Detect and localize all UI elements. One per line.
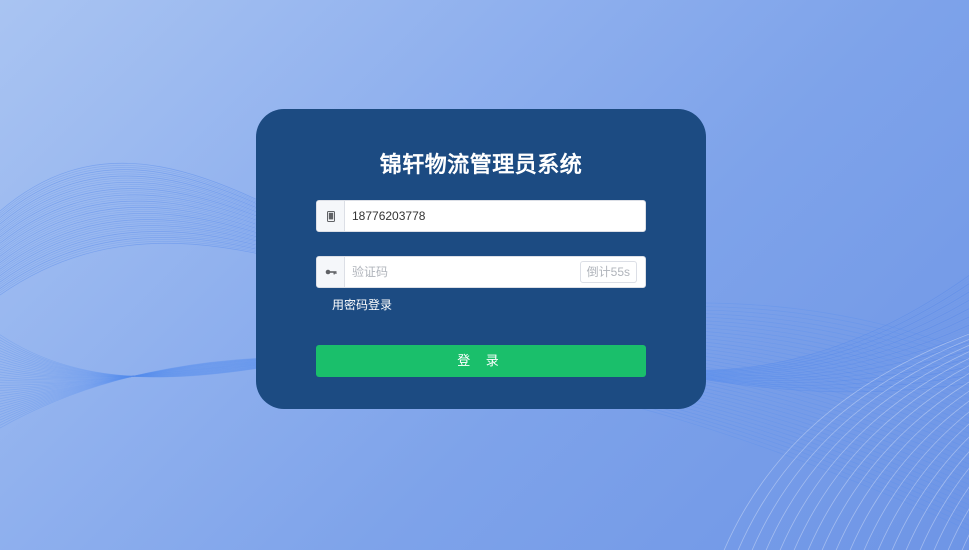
phone-input[interactable]: 18776203778	[352, 201, 425, 231]
countdown-button[interactable]: 倒计55s	[579, 261, 637, 283]
login-card: 锦轩物流管理员系统 18776203778 验证码 倒计55s 用密码登录 登 …	[256, 109, 706, 409]
key-icon	[317, 257, 345, 287]
verification-code-field[interactable]: 验证码 倒计55s	[316, 256, 646, 288]
phone-field[interactable]: 18776203778	[316, 200, 646, 232]
password-login-link[interactable]: 用密码登录	[332, 296, 392, 313]
mobile-phone-icon	[317, 201, 345, 231]
login-button[interactable]: 登 录	[316, 345, 646, 377]
verification-code-input[interactable]: 验证码	[352, 257, 388, 287]
page-title: 锦轩物流管理员系统	[379, 152, 583, 177]
